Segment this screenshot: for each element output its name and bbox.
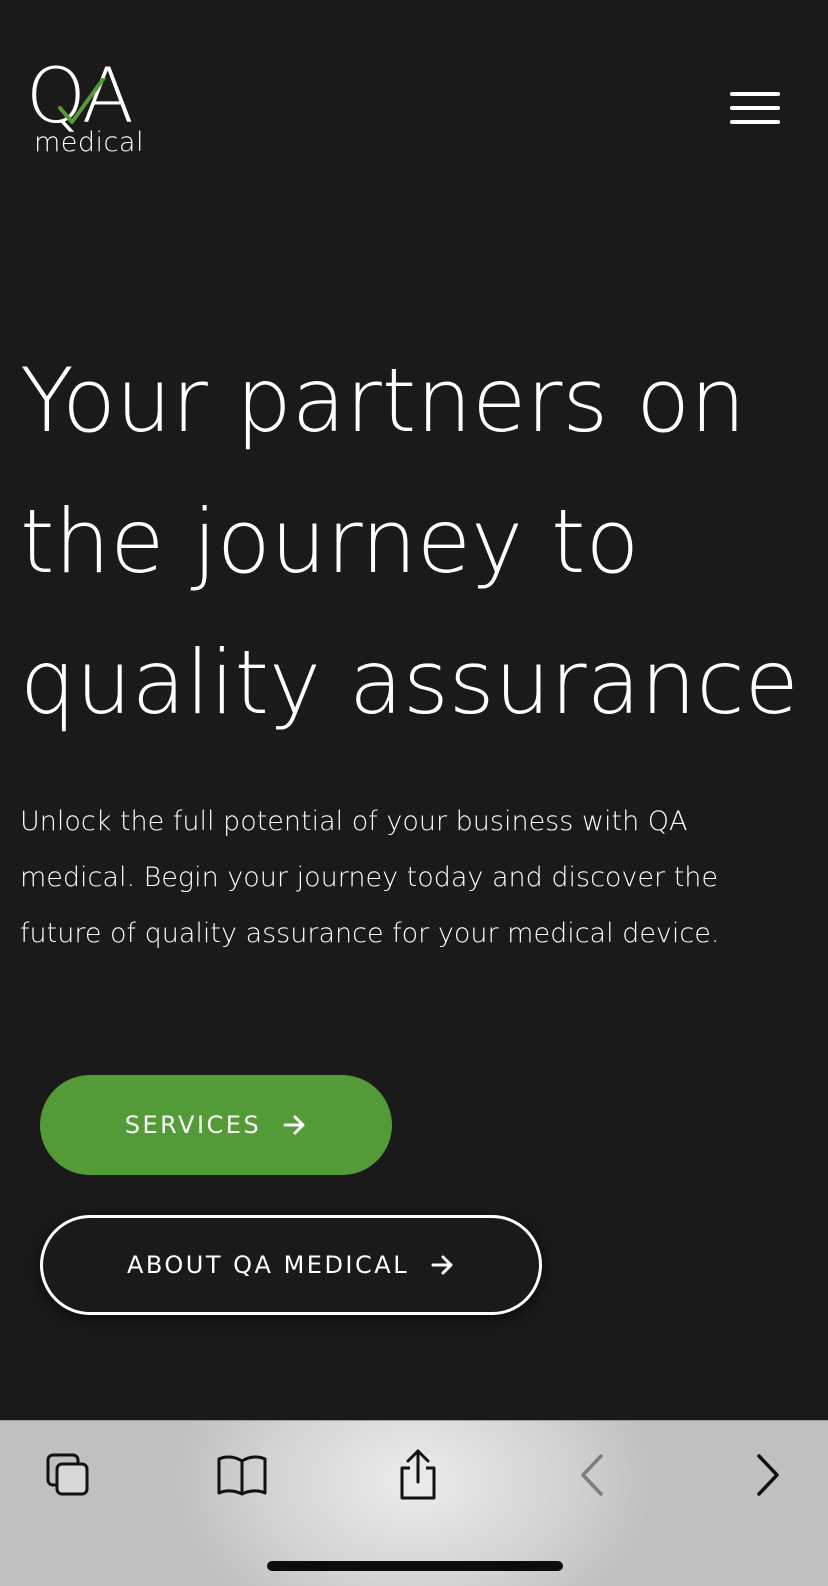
- hero-title: Your partners on the journey to quality …: [20, 349, 799, 734]
- page: QA medical Your partners on the journey …: [0, 0, 828, 1420]
- browser-toolbar: [0, 1420, 828, 1586]
- bookmarks-icon-graphic: [217, 1455, 267, 1496]
- tabs-icon-graphic: [46, 1453, 89, 1496]
- back-icon-graphic: [581, 1454, 603, 1496]
- back-icon[interactable]: [564, 1447, 620, 1503]
- bookmarks-icon[interactable]: [214, 1447, 270, 1503]
- tabs-icon[interactable]: [40, 1447, 96, 1503]
- menu-line: [730, 106, 780, 110]
- arrow-right-icon: [431, 1255, 453, 1275]
- home-indicator[interactable]: [267, 1561, 563, 1571]
- forward-icon-graphic: [757, 1454, 779, 1496]
- logo-subtitle: medical: [34, 127, 144, 158]
- menu-line: [730, 92, 780, 96]
- about-button[interactable]: ABOUT QA MEDICAL: [40, 1215, 542, 1315]
- menu-line: [730, 120, 780, 124]
- site-logo[interactable]: QA medical: [26, 58, 146, 168]
- arrow-right-icon: [283, 1115, 305, 1135]
- hamburger-menu-icon[interactable]: [728, 88, 782, 132]
- services-button-label: SERVICES: [124, 1111, 262, 1139]
- forward-icon[interactable]: [740, 1447, 796, 1503]
- about-button-label: ABOUT QA MEDICAL: [126, 1251, 410, 1279]
- share-icon[interactable]: [390, 1447, 446, 1503]
- services-button[interactable]: SERVICES: [40, 1075, 392, 1175]
- hero-description: Unlock the full potential of your busine…: [20, 806, 720, 949]
- share-icon-graphic: [400, 1449, 436, 1500]
- checkmark-icon: [58, 78, 106, 124]
